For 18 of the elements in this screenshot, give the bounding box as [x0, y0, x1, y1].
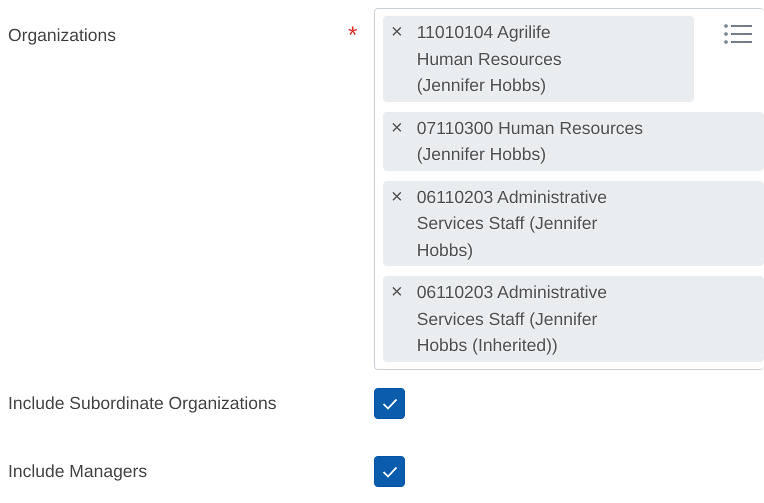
selected-item-chip[interactable]: × 06110203 Administrative Services Staff (Jennifer Hobbs (Inherited)) [383, 276, 764, 362]
option-label: Include Managers [8, 461, 148, 482]
required-mark: * [348, 22, 358, 49]
multiselect-field[interactable] [374, 8, 764, 370]
remove-button[interactable]: × [391, 184, 403, 210]
remove-button[interactable]: × [391, 114, 403, 140]
remove-button[interactable]: × [391, 19, 403, 45]
option-label: Include Subordinate Organizations [8, 393, 277, 414]
remove-button[interactable]: × [391, 279, 403, 305]
check-icon [382, 466, 398, 478]
selected-item-chip[interactable]: × 06110203 Administrative Services Staff (Jennifer Hobbs) [383, 180, 764, 266]
check-icon [382, 398, 398, 410]
field-label: Organizations [8, 25, 116, 45]
list-icon[interactable] [724, 23, 752, 45]
checkbox[interactable] [374, 388, 405, 419]
checkbox[interactable] [374, 456, 405, 487]
selected-item-chip[interactable]: × 07110300 Human Resources (Jennifer Hobbs) [383, 112, 764, 170]
selected-item-chip[interactable]: × 11010104 Agrilife Human Resources (Jennifer Hobbs) [383, 16, 694, 102]
